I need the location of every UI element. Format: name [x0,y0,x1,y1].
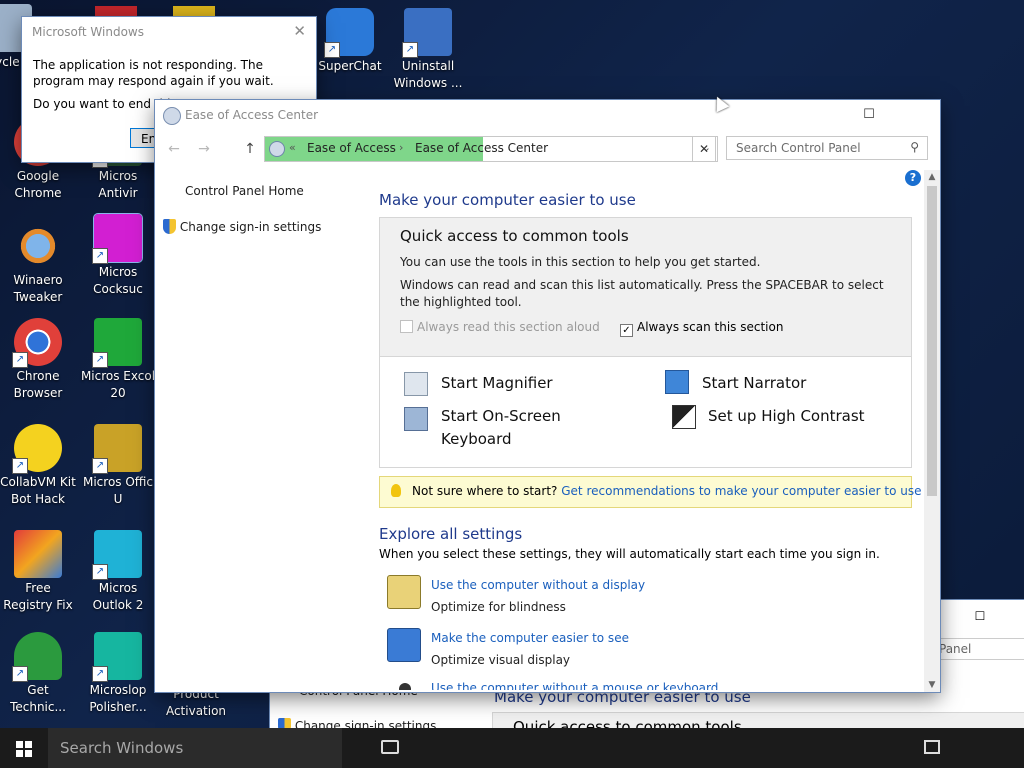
uac-shield-icon [163,219,176,234]
always-scan-checkbox[interactable]: ✓ Always scan this section [620,320,783,337]
search-icon: ⚲ [910,140,919,154]
use-without-display-link[interactable]: Use the computer without a display [431,578,645,592]
display-speech-icon [387,575,421,609]
smiley-icon: ↗ [12,424,62,474]
taskbar-search-input[interactable]: Search Windows [48,728,342,768]
breadcrumb-overflow[interactable]: « [289,141,296,154]
help-icon[interactable]: ? [905,170,921,186]
dialog-title: Microsoft Windows [32,25,144,39]
outlook-icon: ↗ [92,530,142,580]
scroll-down-arrow[interactable]: ▼ [924,678,940,692]
control-panel-icon [163,107,181,125]
quick-access-title: Quick access to common tools [400,227,629,245]
taskbar: Search Windows [0,728,1024,768]
set-up-high-contrast-link[interactable]: Set up High Contrast [708,405,865,428]
back-arrow-icon[interactable]: ← [163,138,185,160]
registry-cube-icon [14,530,62,578]
address-bar[interactable]: « Ease of Access › Ease of Access Center… [264,136,718,162]
up-arrow-icon[interactable]: ↑ [239,138,261,160]
narrator-icon [665,370,689,394]
search-control-panel-input[interactable]: Search Control Panel ⚲ [726,136,928,160]
desktop-icon-get-technic[interactable]: ↗ Get Technic... [0,632,76,716]
start-on-screen-keyboard-link[interactable]: Start On-Screen Keyboard [441,405,561,451]
high-contrast-icon [672,405,696,429]
quick-access-intro: You can use the tools in this section to… [400,255,761,269]
keyboard-mouse-icon [399,683,411,690]
action-center-icon[interactable] [924,740,940,754]
setting-without-mouse-keyboard: Use the computer without a mouse or keyb… [379,675,909,690]
search-panel-field[interactable]: Panel [935,638,1024,660]
clear-address-button[interactable]: ✕ [692,136,716,162]
disc-monitor-icon: ↗ [402,8,452,58]
desktop-icon-uninstall-windows[interactable]: ↗ Uninstall Windows ... [390,8,466,92]
winaero-icon [14,222,62,270]
start-button[interactable] [0,728,48,768]
quick-access-scan-note: Windows can read and scan this list auto… [400,278,884,309]
dialog-titlebar[interactable]: Microsoft Windows ✕ [22,17,316,47]
vertical-scrollbar[interactable]: ▲ ▼ [924,170,940,692]
desktop-icon-collabvm-kit[interactable]: ↗ CollabVM Kit Bot Hack [0,424,76,508]
maximize-button[interactable]: ☐ [846,100,892,130]
polisher-icon: ↗ [92,632,142,682]
desktop-icon-micros-outlok[interactable]: ↗ Micros Outlok 2 [80,530,156,614]
task-view-icon[interactable] [381,740,399,754]
desktop-icon-free-registry-fix[interactable]: Free Registry Fix [0,530,76,614]
office-installer-icon: ↗ [92,424,142,474]
desktop-icon-superchat[interactable]: ↗ SuperChat [312,8,388,75]
chevron-right-icon[interactable]: › [399,141,403,154]
scroll-up-arrow[interactable]: ▲ [924,170,940,184]
background-content: Make your computer easier to use Quick a… [492,686,1024,736]
control-panel-icon [269,141,285,157]
window-titlebar[interactable]: Ease of Access Center ☐ [155,100,940,130]
desktop-icon-winaero-tweaker[interactable]: Winaero Tweaker [0,222,76,306]
magnifier-icon [404,372,428,396]
scrollbar-thumb[interactable] [927,186,937,496]
windows-logo-icon [16,741,32,757]
sidebar-control-panel-home-link[interactable]: Control Panel Home [185,184,304,198]
desktop-icon-micros-excol[interactable]: ↗ Micros Excol 20 [80,318,156,402]
start-narrator-link[interactable]: Start Narrator [702,372,806,395]
navigation-bar: ← → ↑ « Ease of Access › Ease of Access … [155,134,940,162]
page-heading: Make your computer easier to use [379,191,636,209]
dialog-message: The application is not responding. The p… [33,58,274,88]
get-recommendations-link[interactable]: Get recommendations to make your compute… [561,484,921,498]
breadcrumb-ease-of-access[interactable]: Ease of Access [307,141,396,155]
window-title: Ease of Access Center [185,108,319,122]
support-agent-icon: ↗ [12,632,62,682]
desktop-icon-micros-cocksuc[interactable]: ↗ Micros Cocksuc [80,213,156,298]
always-read-checkbox[interactable]: Always read this section aloud [400,320,600,334]
explore-all-settings-heading: Explore all settings [379,525,523,543]
close-icon[interactable]: ✕ [293,22,306,40]
lightbulb-icon [391,484,401,497]
chat-bubble-icon: ↗ [324,8,374,58]
ease-of-access-center-window[interactable]: Ease of Access Center ☐ ← → ↑ « Ease of … [155,100,940,692]
recommendation-hint: Not sure where to start? Get recommendat… [379,476,922,508]
monitor-magnifier-icon [387,628,421,662]
keyboard-icon [404,407,428,431]
magenta-app-icon: ↗ [92,213,143,264]
start-magnifier-link[interactable]: Start Magnifier [441,372,553,395]
sidebar-change-signin-link[interactable]: Change sign-in settings [163,219,321,234]
explore-description: When you select these settings, they wil… [379,547,880,561]
without-mouse-keyboard-link[interactable]: Use the computer without a mouse or keyb… [431,681,718,690]
chrome-icon: ↗ [12,318,62,368]
excel-icon: ↗ [92,318,142,368]
desktop-icon-chrone-browser[interactable]: ↗ Chrone Browser [0,318,76,402]
breadcrumb-ease-of-access-center[interactable]: Ease of Access Center [415,141,548,155]
desktop-icon-microslop-polisher[interactable]: ↗ Microslop Polisher... [80,632,156,716]
desktop-icon-micros-offic[interactable]: ↗ Micros Offic U [80,424,156,508]
quick-access-panel: Quick access to common tools You can use… [379,217,912,468]
forward-arrow-icon[interactable]: → [193,138,215,160]
maximize-button[interactable]: ☐ [970,606,990,626]
easier-to-see-link[interactable]: Make the computer easier to see [431,631,629,645]
